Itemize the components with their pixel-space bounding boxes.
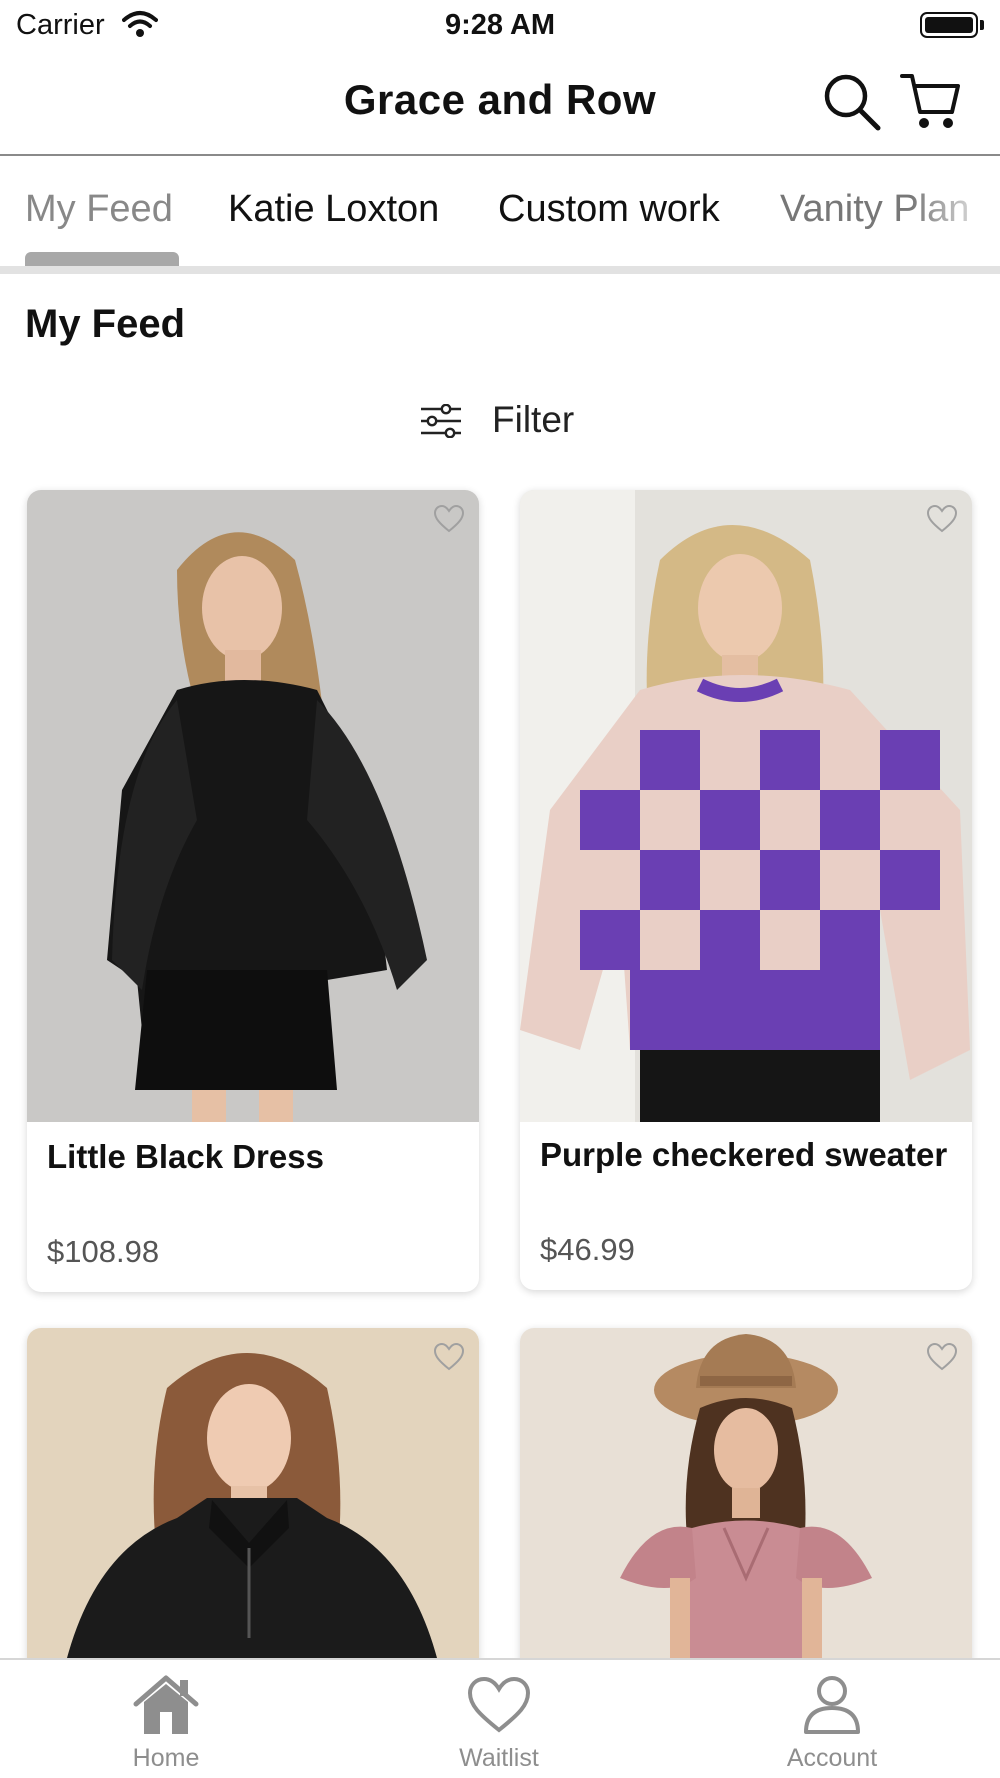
category-tabs: My Feed Katie Loxton Custom work Vanity … <box>0 158 1000 276</box>
status-time: 9:28 AM <box>444 9 556 41</box>
favorite-button[interactable] <box>433 1342 465 1372</box>
tab-divider <box>0 266 1000 274</box>
filter-label: Filter <box>492 399 575 440</box>
tab-bar-home-label: Home <box>132 1744 200 1772</box>
tab-bar-account[interactable]: Account <box>732 1660 932 1778</box>
product-price: $108.98 <box>47 1234 160 1269</box>
product-image <box>27 490 479 1122</box>
home-icon <box>133 1675 199 1734</box>
search-button[interactable] <box>820 70 884 134</box>
battery-icon <box>920 12 978 38</box>
favorite-button[interactable] <box>926 504 958 534</box>
tab-my-feed[interactable]: My Feed <box>25 188 173 231</box>
battery-tip <box>980 20 984 30</box>
app-screen: Carrier 9:28 AM Grace and Row My Feed Ka… <box>0 0 1000 1778</box>
favorite-button[interactable] <box>433 504 465 534</box>
tab-custom-work[interactable]: Custom work <box>498 188 720 231</box>
tab-bar-waitlist-label: Waitlist <box>459 1744 539 1772</box>
heart-icon <box>467 1676 531 1733</box>
sliders-icon <box>421 404 461 438</box>
status-bar: Carrier 9:28 AM <box>0 0 1000 52</box>
tab-katie-loxton[interactable]: Katie Loxton <box>228 188 439 231</box>
product-card[interactable]: Purple checkered sweater $46.99 <box>520 490 972 1290</box>
bottom-tab-bar: Home Waitlist Account <box>0 1658 1000 1778</box>
product-price: $46.99 <box>540 1232 635 1267</box>
page-title: My Feed <box>25 302 186 346</box>
search-icon <box>824 74 881 131</box>
person-icon <box>804 1676 860 1734</box>
tab-scroll-fade <box>910 158 1000 258</box>
navigation-bar: Grace and Row <box>0 52 1000 156</box>
product-image <box>520 490 972 1122</box>
heart-outline-icon <box>433 1342 465 1371</box>
heart-outline-icon <box>926 1342 958 1371</box>
product-card[interactable]: Little Black Dress $108.98 <box>27 490 479 1292</box>
product-name: Little Black Dress <box>47 1138 324 1175</box>
favorite-button[interactable] <box>926 1342 958 1372</box>
heart-outline-icon <box>926 504 958 533</box>
product-name: Purple checkered sweater <box>540 1136 948 1173</box>
tab-bar-waitlist[interactable]: Waitlist <box>399 1660 599 1778</box>
cart-button[interactable] <box>900 70 964 134</box>
cart-icon <box>900 74 960 128</box>
tab-bar-home[interactable]: Home <box>66 1660 266 1778</box>
heart-outline-icon <box>433 504 465 533</box>
tab-bar-account-label: Account <box>786 1744 878 1772</box>
filter-button[interactable]: Filter <box>420 396 590 446</box>
